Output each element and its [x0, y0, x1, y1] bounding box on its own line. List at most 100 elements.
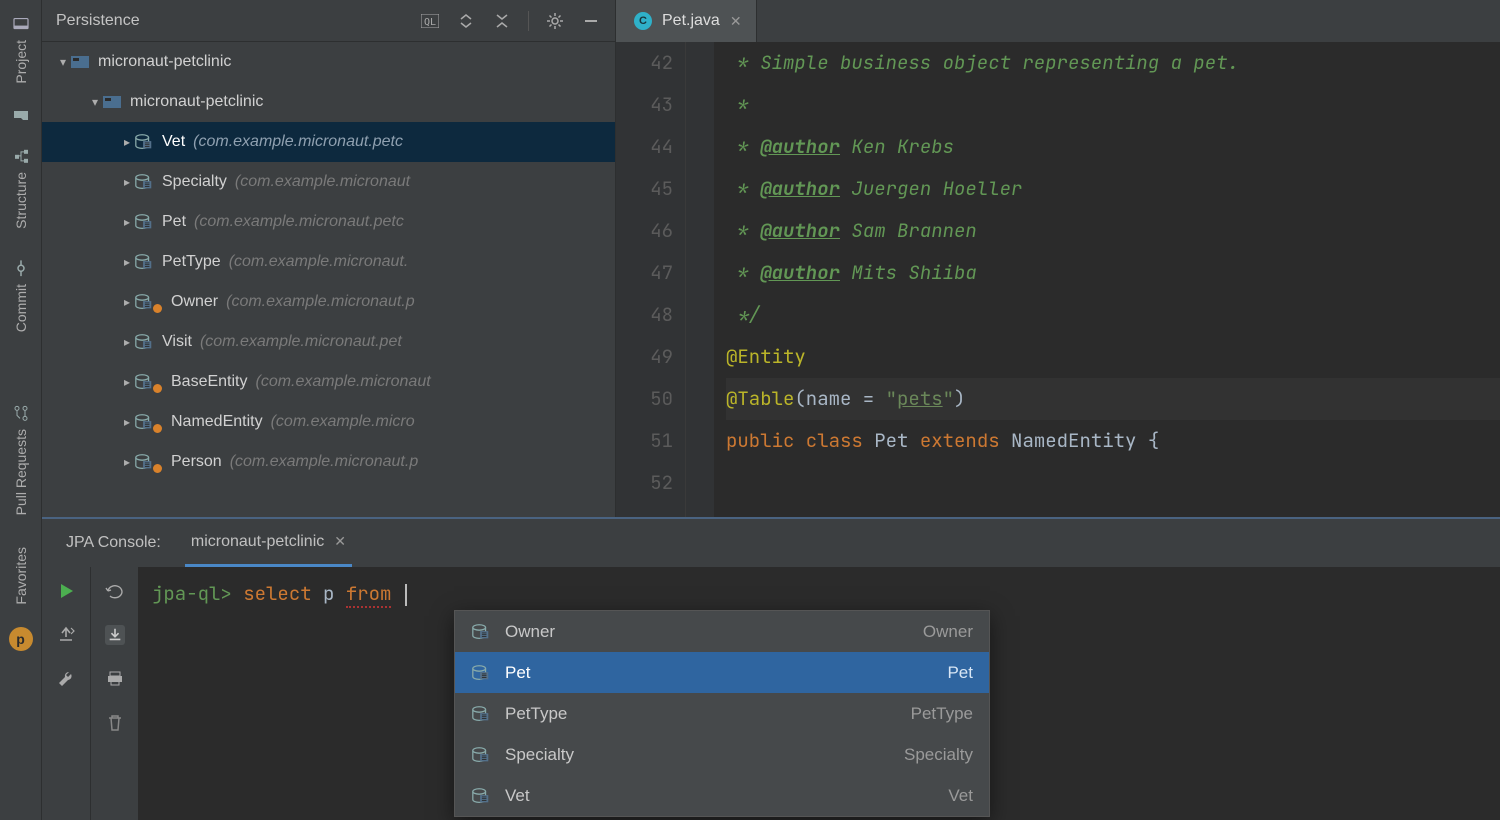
entity-name: Visit — [162, 333, 192, 351]
tree-entity-pettype[interactable]: ▸PetType(com.example.micronaut. — [42, 242, 615, 282]
svg-text:QL: QL — [424, 17, 436, 28]
tool-project[interactable]: Project — [13, 0, 29, 100]
code-line[interactable]: @Entity — [726, 336, 1500, 378]
gear-icon[interactable] — [545, 11, 565, 31]
entity-package: (com.example.micronaut — [235, 173, 410, 191]
tree-entity-owner[interactable]: ▸Owner(com.example.micronaut.p — [42, 282, 615, 322]
code-line[interactable]: @Table(name = "pets") — [726, 378, 1500, 420]
console-toolbar-left — [42, 567, 90, 820]
entity-package: (com.example.micronaut.pet — [200, 333, 402, 351]
tree-root[interactable]: ▾ micronaut-petclinic — [42, 42, 615, 82]
class-icon: C — [634, 12, 652, 30]
tree-entity-person[interactable]: ▸ Person (com.example.micronaut.p — [42, 442, 615, 482]
badge-dot — [153, 424, 162, 433]
chevron-right-icon[interactable]: ▸ — [120, 135, 134, 149]
entity-package: (com.example.micronaut.petc — [193, 133, 403, 151]
module-icon — [70, 53, 90, 71]
chevron-right-icon[interactable]: ▸ — [120, 175, 134, 189]
query-token: select — [243, 581, 311, 606]
history-icon[interactable] — [105, 581, 125, 601]
run-icon[interactable] — [56, 581, 76, 601]
chevron-down-icon[interactable]: ▾ — [56, 55, 70, 69]
code-line[interactable]: * — [726, 84, 1500, 126]
chevron-down-icon[interactable]: ▾ — [88, 95, 102, 109]
editor-area: C Pet.java ✕ 4243444546474849505152 * Si… — [616, 0, 1500, 517]
tree-entity-visit[interactable]: ▸ Visit (com.example.micronaut.pet — [42, 322, 615, 362]
collapse-all-icon[interactable] — [492, 11, 512, 31]
chevron-right-icon[interactable]: ▸ — [120, 375, 134, 389]
avatar[interactable]: p — [9, 627, 33, 651]
entity-package: (com.example.micronaut.p — [230, 453, 419, 471]
entity-name: Pet — [162, 213, 186, 231]
chevron-right-icon[interactable]: ▸ — [120, 255, 134, 269]
popup-item-owner[interactable]: OwnerOwner — [455, 611, 989, 652]
tool-commit[interactable]: Commit — [13, 244, 29, 348]
gutter-marks — [686, 42, 714, 517]
code-line[interactable] — [726, 462, 1500, 504]
tree-module-label: micronaut-petclinic — [130, 93, 263, 111]
tree-entity-specialty[interactable]: ▸Specialty(com.example.micronaut — [42, 162, 615, 202]
entity-icon — [134, 453, 154, 471]
close-icon[interactable]: ✕ — [334, 533, 346, 550]
console-tab-petclinic[interactable]: micronaut-petclinic ✕ — [185, 519, 352, 567]
tree-entity-baseentity[interactable]: ▸BaseEntity(com.example.micronaut — [42, 362, 615, 402]
console-tabs: JPA Console: micronaut-petclinic ✕ — [42, 519, 1500, 567]
chevron-right-icon[interactable]: ▸ — [120, 295, 134, 309]
editor-tab-pet[interactable]: C Pet.java ✕ — [616, 0, 757, 42]
code-body[interactable]: * Simple business object representing a … — [714, 42, 1500, 517]
entity-package: (com.example.micronaut. — [229, 253, 409, 271]
tree-entity-vet[interactable]: ▸ Vet (com.example.micronaut.petc — [42, 122, 615, 162]
tool-files[interactable] — [13, 100, 29, 132]
close-icon[interactable]: ✕ — [730, 13, 742, 30]
badge-dot — [153, 304, 162, 313]
code-line[interactable]: public class Pet extends NamedEntity { — [726, 420, 1500, 462]
entity-name: Vet — [162, 133, 185, 151]
minimize-icon[interactable] — [581, 11, 601, 31]
tool-structure[interactable]: Structure — [13, 132, 29, 245]
left-tool-rail: Project Structure Commit Pull Requests — [0, 0, 42, 820]
badge-dot — [153, 384, 162, 393]
folder-icon — [13, 108, 29, 124]
ql-icon[interactable]: QL — [420, 11, 440, 31]
tool-favorites[interactable]: Favorites — [13, 531, 29, 621]
code-line[interactable]: * @author Juergen Hoeller — [726, 168, 1500, 210]
code-line[interactable]: * Simple business object representing a … — [726, 42, 1500, 84]
code-line[interactable]: * @author Ken Krebs — [726, 126, 1500, 168]
entity-icon — [134, 213, 154, 231]
popup-item-type: Owner — [923, 622, 973, 642]
tool-pull-requests[interactable]: Pull Requests — [13, 389, 29, 531]
tree-module[interactable]: ▾ micronaut-petclinic — [42, 82, 615, 122]
entity-icon — [134, 253, 154, 271]
expand-all-icon[interactable] — [456, 11, 476, 31]
entity-icon — [134, 133, 154, 151]
code-line[interactable]: * @author Mits Shiiba — [726, 252, 1500, 294]
entity-package: (com.example.micro — [271, 413, 415, 431]
popup-item-pet[interactable]: PetPet — [455, 652, 989, 693]
chevron-right-icon[interactable]: ▸ — [120, 215, 134, 229]
popup-item-label: Specialty — [505, 745, 574, 765]
popup-item-vet[interactable]: VetVet — [455, 775, 989, 816]
persistence-title: Persistence — [56, 12, 140, 30]
prompt-prefix: jpa-ql> — [152, 581, 232, 606]
chevron-right-icon[interactable]: ▸ — [120, 335, 134, 349]
export-icon[interactable] — [56, 625, 76, 645]
print-icon[interactable] — [105, 669, 125, 689]
popup-item-pettype[interactable]: PetTypePetType — [455, 693, 989, 734]
entity-name: Person — [171, 453, 222, 471]
gutter: 4243444546474849505152 — [616, 42, 686, 517]
tree-entity-pet[interactable]: ▸Pet(com.example.micronaut.petc — [42, 202, 615, 242]
code-line[interactable]: * @author Sam Brannen — [726, 210, 1500, 252]
code-line[interactable]: */ — [726, 294, 1500, 336]
download-icon[interactable] — [105, 625, 125, 645]
popup-item-specialty[interactable]: SpecialtySpecialty — [455, 734, 989, 775]
tree-entity-namedentity[interactable]: ▸NamedEntity(com.example.micro — [42, 402, 615, 442]
tool-label: Commit — [13, 284, 29, 332]
popup-item-type: PetType — [911, 704, 973, 724]
wrench-icon[interactable] — [56, 669, 76, 689]
trash-icon[interactable] — [105, 713, 125, 733]
chevron-right-icon[interactable]: ▸ — [120, 415, 134, 429]
autocomplete-popup: OwnerOwnerPetPetPetTypePetTypeSpecialtyS… — [454, 610, 990, 817]
structure-icon — [13, 148, 29, 164]
chevron-right-icon[interactable]: ▸ — [120, 455, 134, 469]
entity-icon — [471, 705, 491, 723]
